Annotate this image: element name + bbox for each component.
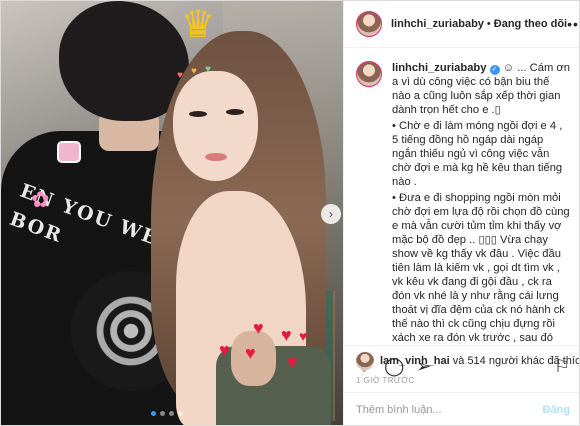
heart-sticker-icon: ♥	[253, 318, 264, 338]
heart-sticker-icon: ♥	[299, 328, 308, 344]
header-separator: •	[486, 18, 491, 30]
heart-sticker-icon: ♥	[191, 66, 197, 77]
woman-lips	[205, 153, 227, 161]
heart-sticker-icon: ♥	[287, 352, 298, 372]
woman-face	[173, 71, 258, 181]
caption-username[interactable]: linhchi_zuriababy	[392, 62, 487, 74]
caption: linhchi_zuriababy ✓ ☺ ... Cám ơn a vì dù…	[356, 61, 570, 345]
post-photo[interactable]: EN YOU WERE BOR ♛ ✿ ♥ ♥ ♥ ♥ ♥ ♥ ♥ ♥ ♥ ›	[1, 1, 343, 425]
following-button[interactable]: Đang theo dõi	[494, 18, 567, 30]
likes-summary: lam_vinh_hai và 514 người khác đã thích	[356, 352, 579, 370]
carousel-dots	[151, 411, 183, 416]
comment-composer: Đăng	[344, 392, 579, 425]
post-sidebar: linhchi_zuriababy • Đang theo dõi ••• li…	[343, 1, 579, 425]
gift-sticker-icon	[57, 141, 81, 163]
avatar[interactable]	[356, 352, 374, 370]
likes-text[interactable]: lam_vinh_hai và 514 người khác đã thích	[380, 355, 579, 367]
caption-line: • Đưa e đi shopping ngồi mòn mỏi chờ đợi…	[392, 192, 570, 344]
woman-eye-left	[189, 111, 207, 117]
avatar[interactable]	[356, 11, 382, 37]
chevron-right-icon[interactable]: ›	[321, 204, 341, 224]
woman-eye-right	[226, 109, 244, 115]
heart-sticker-icon: ♥	[177, 70, 183, 81]
carousel-dot	[169, 411, 174, 416]
verified-badge-icon: ✓	[489, 65, 500, 75]
caption-line: • Chờ e đi làm móng ngồi đợi e 4 , 5 tiế…	[392, 120, 563, 188]
heart-sticker-icon: ♥	[219, 340, 230, 360]
bow-sticker-icon: ✿	[31, 187, 50, 212]
instagram-post-modal: EN YOU WERE BOR ♛ ✿ ♥ ♥ ♥ ♥ ♥ ♥ ♥ ♥ ♥ ›	[0, 0, 580, 426]
comment-input[interactable]	[356, 404, 543, 416]
heart-sticker-icon: ♥	[205, 64, 211, 75]
comments-area: linhchi_zuriababy ✓ ☺ ... Cám ơn a vì dù…	[344, 49, 579, 345]
crown-sticker-icon: ♛	[181, 4, 216, 46]
carousel-dot	[151, 411, 156, 416]
post-header: linhchi_zuriababy • Đang theo dõi •••	[344, 1, 579, 48]
heart-sticker-icon: ♥	[245, 343, 256, 363]
likes-rest[interactable]: và 514 người khác đã thích	[453, 355, 579, 367]
caption-body: linhchi_zuriababy ✓ ☺ ... Cám ơn a vì dù…	[392, 61, 570, 345]
avatar[interactable]	[356, 61, 382, 87]
carousel-dot	[178, 411, 183, 416]
likes-first-user[interactable]: lam_vinh_hai	[380, 355, 450, 367]
post-comment-button[interactable]: Đăng	[543, 404, 571, 416]
header-username[interactable]: linhchi_zuriababy	[391, 18, 484, 30]
carousel-dot	[160, 411, 165, 416]
heart-sticker-icon: ♥	[281, 325, 292, 345]
more-horizontal-icon[interactable]: •••	[567, 16, 579, 32]
post-timestamp[interactable]: 1 GIỜ TRƯỚC	[356, 376, 415, 385]
